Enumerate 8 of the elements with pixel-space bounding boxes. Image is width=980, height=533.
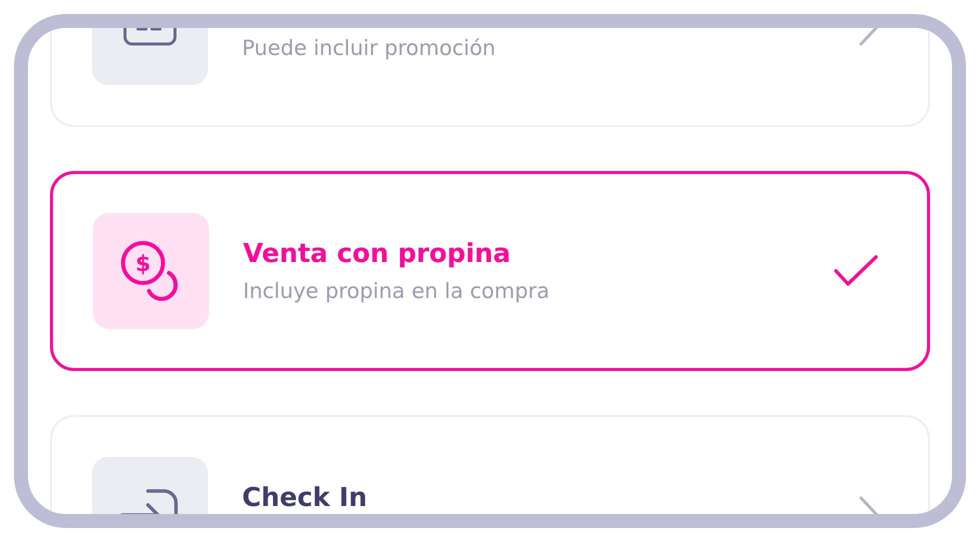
- option-title: Venta con propina: [243, 239, 512, 269]
- option-card[interactable]: Check In: [50, 415, 930, 514]
- option-card[interactable]: $ Venta con propina Incluye propina en la compra: [50, 171, 930, 371]
- option-card[interactable]: Puede incluir promoción: [50, 28, 930, 127]
- option-subtitle: Incluye propina en la compra: [243, 279, 551, 303]
- option-subtitle: Puede incluir promoción: [242, 36, 497, 60]
- option-title: Check In: [242, 482, 368, 512]
- check-icon: [833, 254, 879, 288]
